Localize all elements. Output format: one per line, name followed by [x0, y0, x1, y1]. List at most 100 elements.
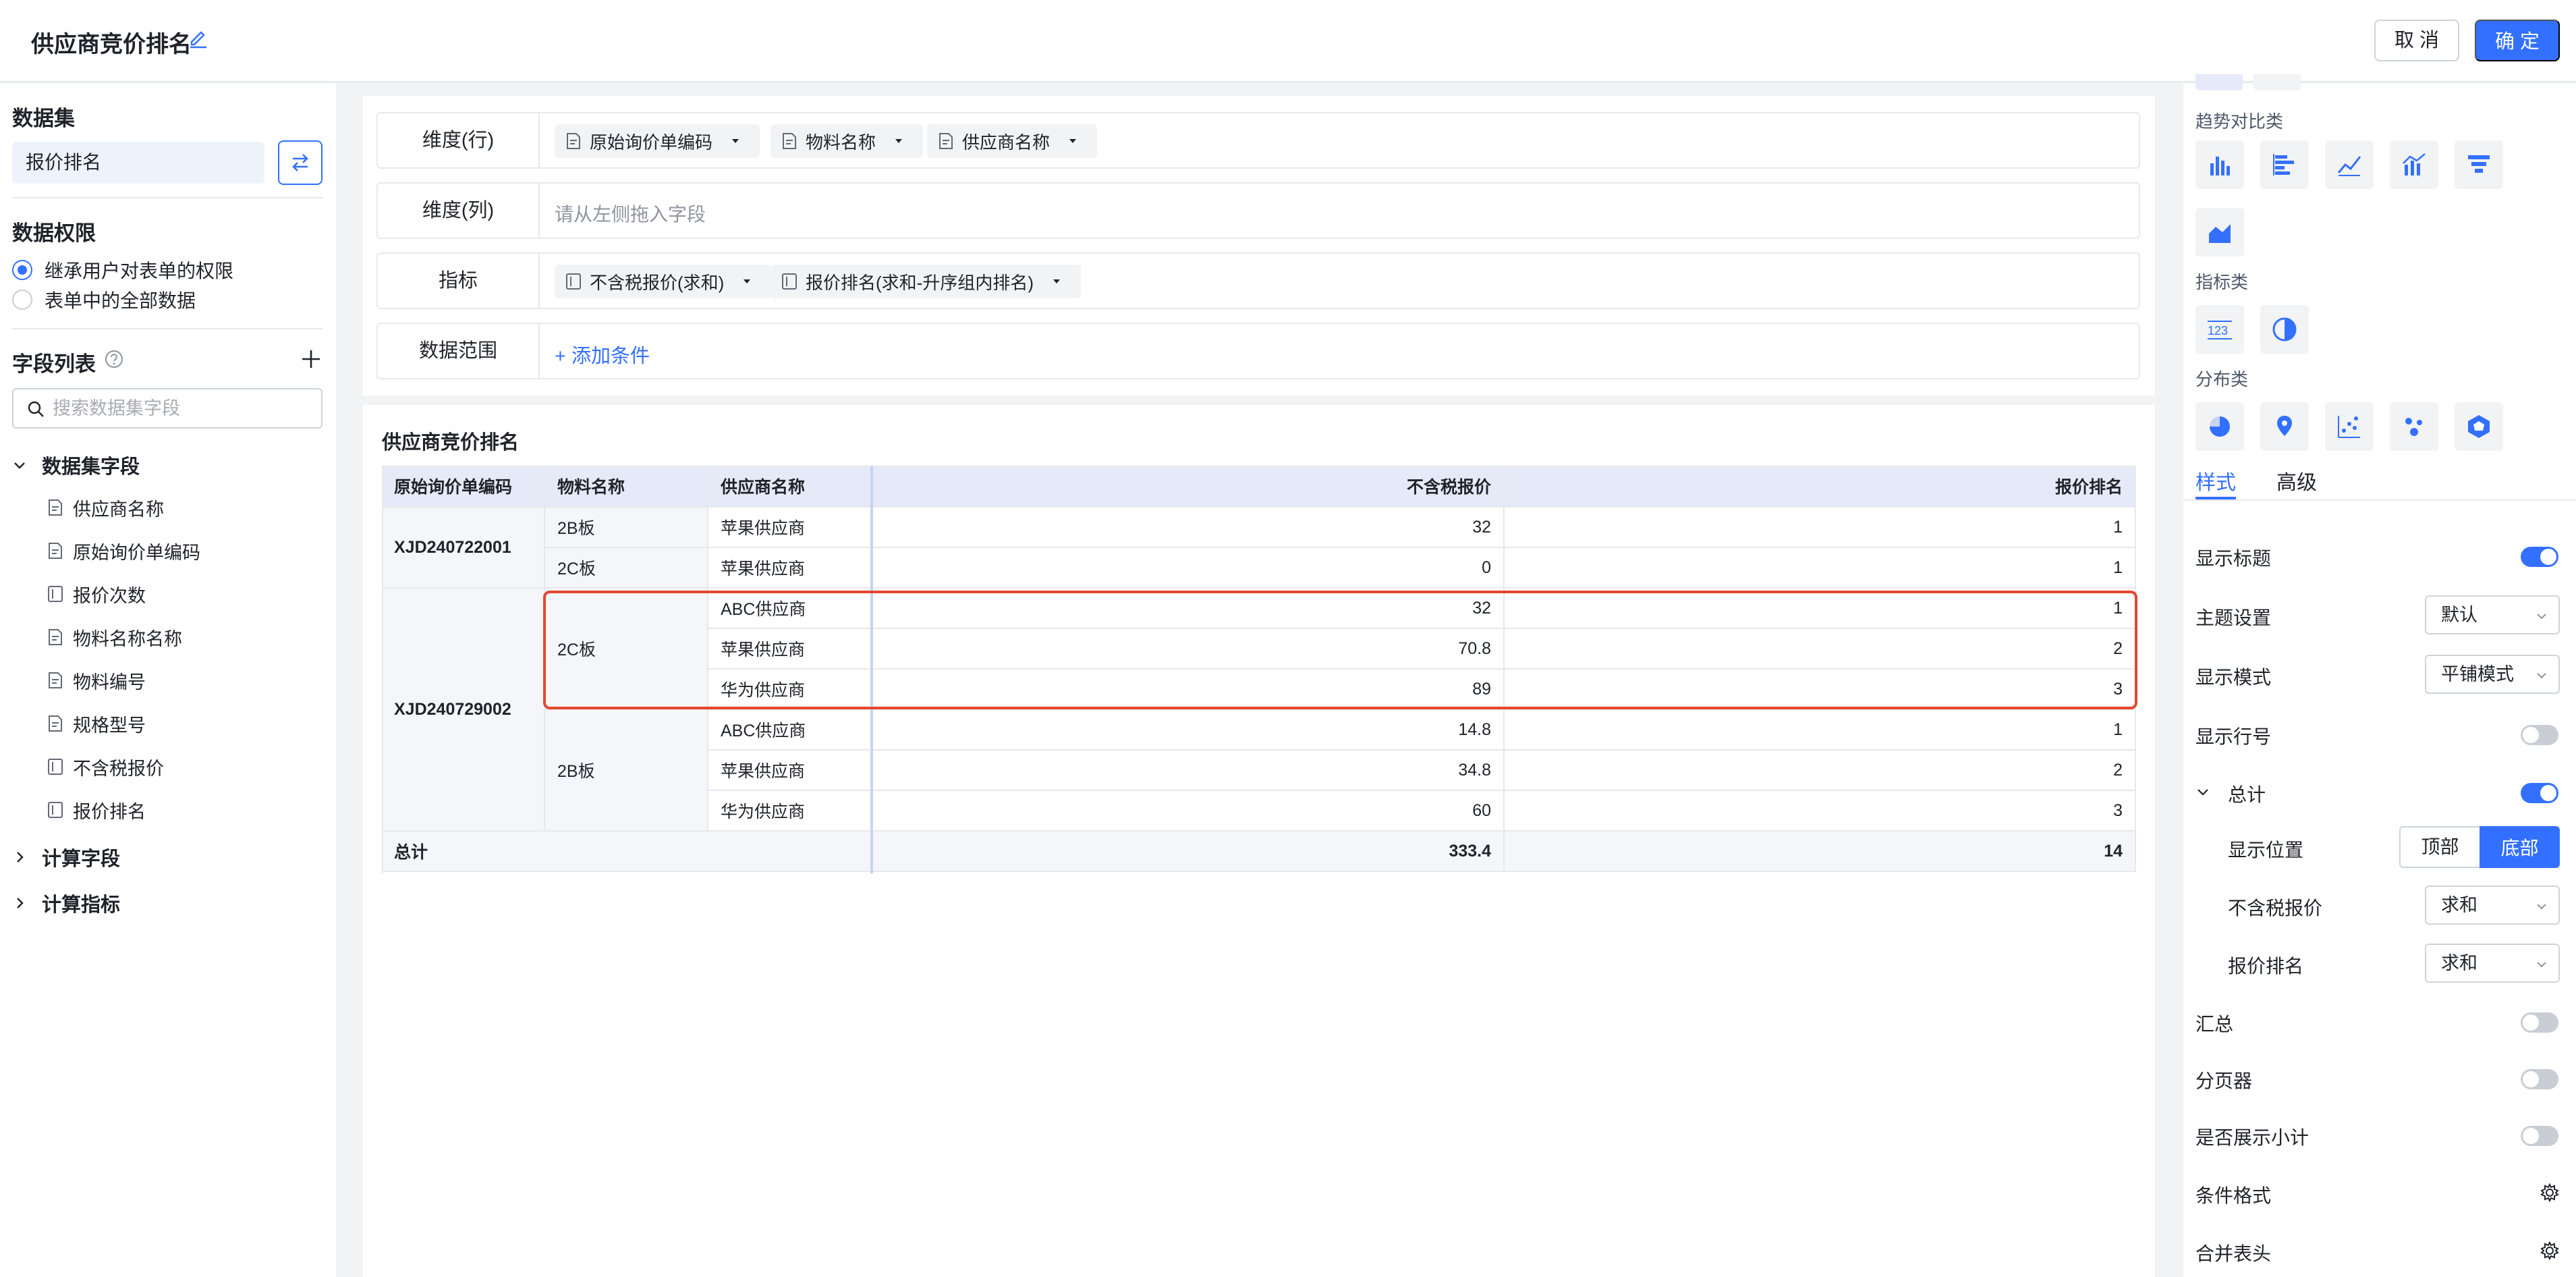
- combo-chart-option[interactable]: [2390, 140, 2438, 189]
- metric-zone[interactable]: 指标 不含税报价(求和) 报价排名(求和-升序组内排名): [376, 252, 2140, 309]
- cancel-button[interactable]: 取 消: [2374, 20, 2459, 61]
- edit-title-icon[interactable]: [188, 27, 209, 49]
- column-dimension-zone[interactable]: 维度(列) 请从左侧拖入字段: [376, 182, 2140, 239]
- display-mode-label: 显示模式: [2195, 667, 2272, 688]
- rank-agg-value: 求和: [2441, 953, 2477, 973]
- caret-down-icon[interactable]: [730, 136, 741, 146]
- field-item[interactable]: 不含税报价: [47, 753, 164, 780]
- number-card-icon[interactable]: 123: [2195, 305, 2244, 354]
- data-range-label: 数据范围: [378, 324, 540, 378]
- permission-option-all[interactable]: 表单中的全部数据: [12, 288, 196, 312]
- gear-icon[interactable]: [2540, 1183, 2560, 1203]
- field-item-label: 物料编号: [73, 672, 146, 692]
- field-item[interactable]: 供应商名称: [47, 494, 164, 521]
- help-icon[interactable]: [104, 349, 124, 369]
- gear-icon[interactable]: [2540, 1241, 2560, 1261]
- number-icon: 123: [2208, 321, 2232, 339]
- show-row-number-toggle[interactable]: [2521, 725, 2558, 745]
- price-cell: 32: [872, 508, 1505, 548]
- radio-unselected[interactable]: [12, 290, 32, 310]
- position-top-option[interactable]: 顶部: [2399, 826, 2480, 868]
- field-search[interactable]: [12, 388, 323, 429]
- field-chip[interactable]: 物料名称: [771, 124, 924, 158]
- inquiry-code-cell: XJD240729002: [382, 589, 545, 832]
- bubble-chart-option[interactable]: [2390, 402, 2438, 451]
- field-item-label: 规格型号: [73, 715, 146, 736]
- price-cell: 0: [872, 548, 1505, 589]
- search-input[interactable]: [53, 395, 309, 422]
- field-item[interactable]: 报价排名: [47, 796, 146, 823]
- display-mode-select[interactable]: 平铺模式: [2425, 655, 2560, 694]
- field-item[interactable]: 报价次数: [47, 580, 146, 607]
- page-title: 供应商竞价排名: [31, 32, 192, 57]
- chevron-right-icon[interactable]: [12, 850, 27, 865]
- chevron-down-icon[interactable]: [12, 458, 27, 472]
- field-item[interactable]: 物料编号: [47, 667, 146, 694]
- gauge-chart-icon[interactable]: [2260, 305, 2309, 354]
- field-item[interactable]: 原始询价单编码: [47, 537, 200, 564]
- map-chart-option[interactable]: [2260, 402, 2309, 451]
- line-chart-option[interactable]: [2325, 140, 2374, 189]
- tab-advanced[interactable]: 高级: [2276, 466, 2317, 495]
- supplier-cell: 苹果供应商: [708, 751, 872, 791]
- show-title-toggle[interactable]: [2521, 547, 2558, 567]
- display-mode-value: 平铺模式: [2441, 664, 2514, 684]
- tree-group-calc-metrics[interactable]: 计算指标: [12, 890, 120, 917]
- tree-group-calc-fields[interactable]: 计算字段: [12, 844, 120, 871]
- chevron-down-icon[interactable]: [2195, 784, 2210, 799]
- chevron-right-icon[interactable]: [12, 896, 27, 911]
- category-trend: 趋势对比类: [2195, 111, 2284, 132]
- switch-dataset-button[interactable]: [278, 140, 323, 185]
- pager-toggle[interactable]: [2521, 1069, 2558, 1089]
- permission-option-inherit[interactable]: 继承用户对表单的权限: [12, 258, 233, 282]
- tree-group-label: 数据集字段: [42, 456, 140, 478]
- material-cell: 2C板: [545, 548, 708, 589]
- field-chip[interactable]: 原始询价单编码: [555, 124, 760, 158]
- price-agg-value: 求和: [2441, 895, 2477, 915]
- add-condition-link[interactable]: + 添加条件: [555, 340, 650, 369]
- caret-down-icon[interactable]: [893, 136, 904, 146]
- tree-group-dataset-fields[interactable]: 数据集字段: [12, 452, 140, 479]
- field-item[interactable]: 物料名称名称: [47, 624, 182, 651]
- summary-toggle[interactable]: [2521, 1012, 2558, 1033]
- tab-style[interactable]: 样式: [2195, 466, 2236, 495]
- supplier-cell: ABC供应商: [708, 589, 872, 629]
- field-chip[interactable]: 报价排名(求和-升序组内排名): [771, 265, 1081, 298]
- grand-total-toggle[interactable]: [2521, 783, 2558, 803]
- pie-chart-option[interactable]: [2195, 402, 2244, 451]
- chart-type-selected[interactable]: [2195, 74, 2243, 90]
- table-title: 供应商竞价排名: [382, 432, 520, 454]
- dataset-selector[interactable]: 报价排名: [12, 142, 264, 184]
- chart-type-icon[interactable]: [2253, 74, 2301, 90]
- area-chart-option[interactable]: [2195, 208, 2244, 256]
- position-bottom-option[interactable]: 底部: [2480, 826, 2560, 868]
- caret-down-icon[interactable]: [1067, 136, 1078, 146]
- field-item[interactable]: 规格型号: [47, 710, 146, 737]
- price-agg-select[interactable]: 求和: [2425, 886, 2560, 925]
- radio-selected[interactable]: [12, 260, 32, 280]
- subtotal-toggle[interactable]: [2521, 1126, 2558, 1146]
- add-field-icon[interactable]: [300, 348, 323, 371]
- confirm-button[interactable]: 确 定: [2475, 20, 2560, 61]
- field-list-title: 字段列表: [12, 352, 96, 376]
- rank-cell: 1: [1505, 710, 2136, 751]
- rank-cell: 1: [1505, 589, 2136, 629]
- bar-chart-option[interactable]: [2195, 140, 2244, 189]
- table-header-cell: 报价排名: [1505, 466, 2136, 508]
- field-item-label: 报价次数: [73, 585, 146, 606]
- row-dimension-zone[interactable]: 维度(行) 原始询价单编码 物料名称 供应商名称: [376, 112, 2140, 169]
- radar-chart-option[interactable]: [2455, 402, 2503, 451]
- funnel-chart-option[interactable]: [2455, 140, 2503, 189]
- scatter-chart-option[interactable]: [2325, 402, 2374, 451]
- hbar-chart-option[interactable]: [2260, 140, 2309, 189]
- caret-down-icon[interactable]: [741, 276, 752, 287]
- show-row-number-label: 显示行号: [2195, 726, 2272, 747]
- field-chip[interactable]: 供应商名称: [927, 124, 1098, 158]
- field-chip[interactable]: 不含税报价(求和): [555, 265, 772, 298]
- caret-down-icon[interactable]: [1051, 276, 1062, 287]
- total-rank-cell: 14: [1505, 832, 2136, 872]
- theme-select[interactable]: 默认: [2425, 595, 2560, 634]
- rank-agg-select[interactable]: 求和: [2425, 944, 2560, 983]
- supplier-cell: 华为供应商: [708, 670, 872, 710]
- summary-label: 汇总: [2195, 1014, 2234, 1035]
